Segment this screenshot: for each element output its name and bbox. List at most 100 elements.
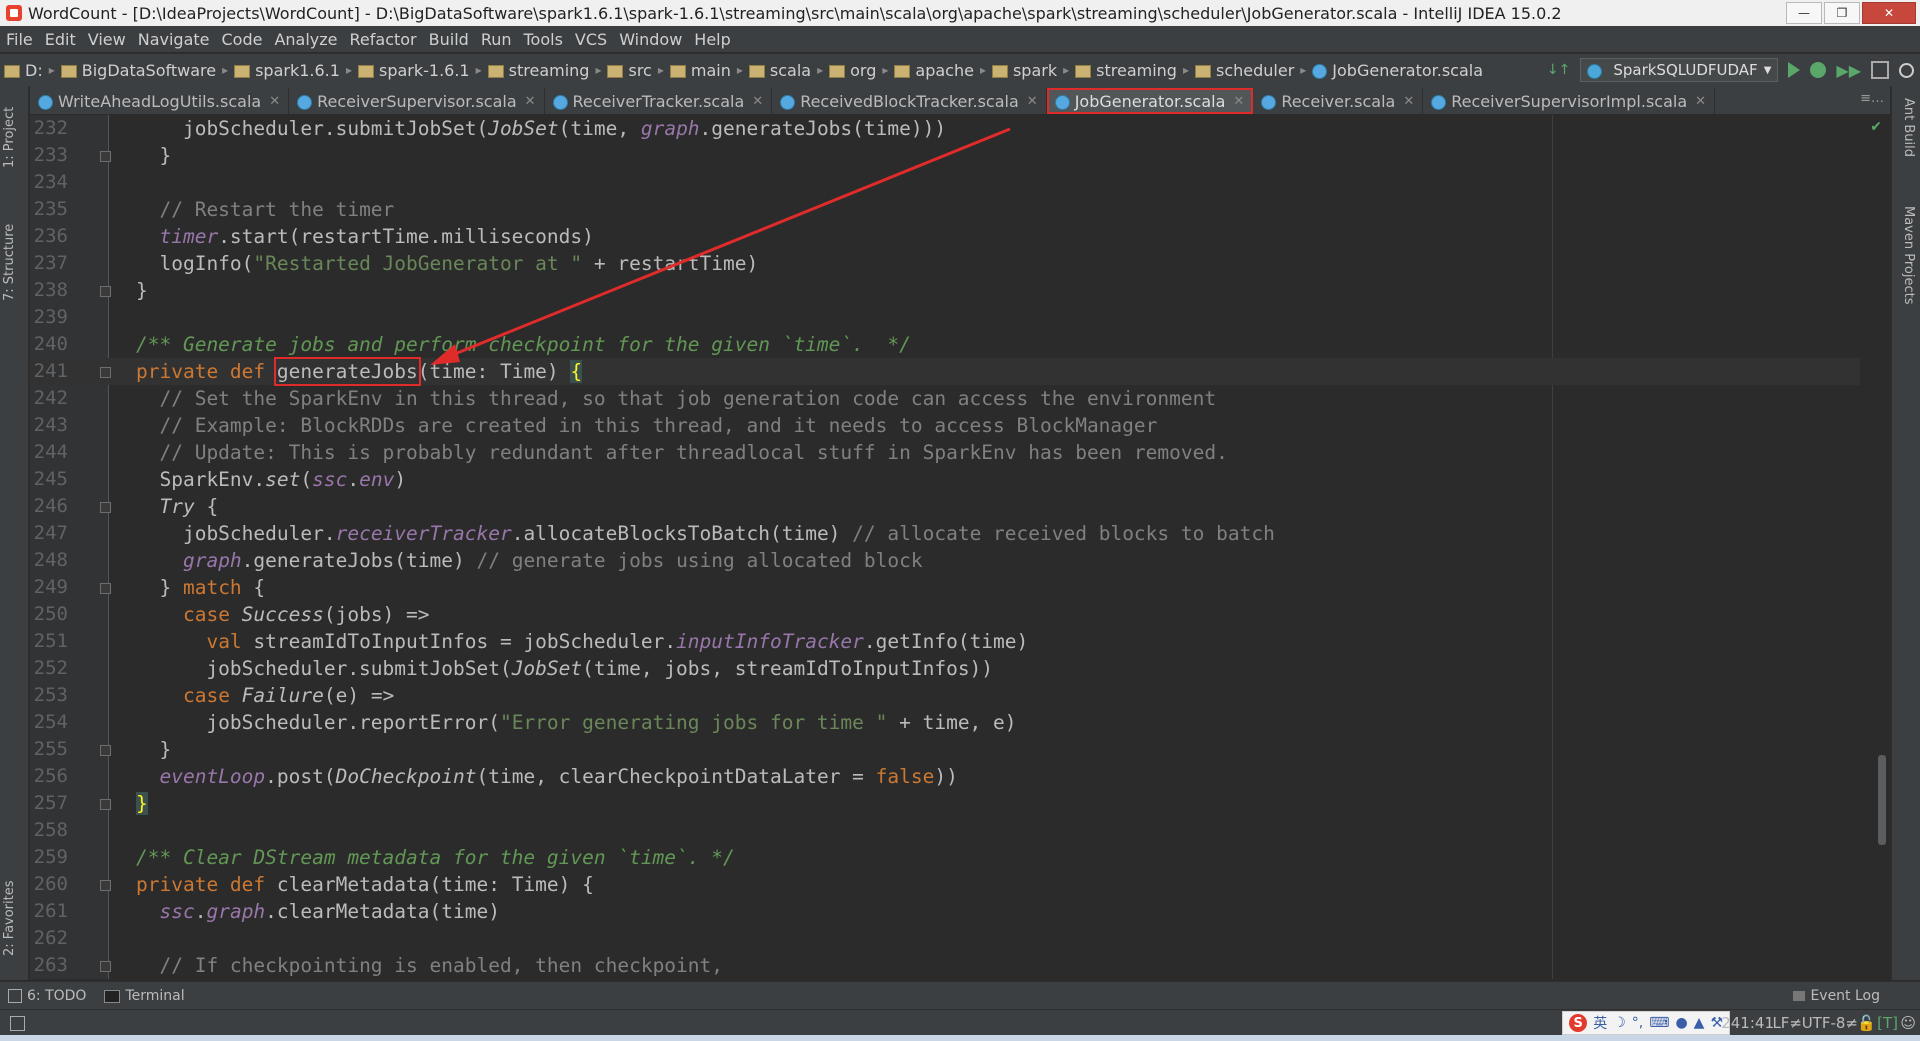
code-line[interactable]: 234 — [30, 169, 1860, 196]
tab-list-menu[interactable]: ≡… — [1860, 91, 1884, 106]
breadcrumb-item[interactable]: JobGenerator.scala — [1308, 61, 1487, 80]
search-icon[interactable] — [1899, 62, 1914, 78]
breadcrumb-item[interactable]: spark1.6.1 — [230, 61, 344, 80]
close-tab-icon[interactable]: ✕ — [525, 94, 536, 109]
debug-icon[interactable] — [1810, 62, 1827, 78]
code-line[interactable]: 239 — [30, 304, 1860, 331]
code-line[interactable]: 244 // Update: This is probably redundan… — [30, 439, 1860, 466]
breadcrumb-item[interactable]: org — [825, 61, 880, 80]
ime-toolbar[interactable]: S 英 ☽ °, ⌨ ● ▲ ⚒ — [1562, 1011, 1730, 1035]
fold-marker-icon[interactable] — [100, 799, 111, 810]
status-toggle-icon[interactable] — [10, 1015, 25, 1031]
code-line[interactable]: 248 graph.generateJobs(time) // generate… — [30, 547, 1860, 574]
close-tab-icon[interactable]: ✕ — [752, 94, 763, 109]
maven-projects-tool-button[interactable]: Maven Projects — [1901, 206, 1916, 305]
breadcrumb-item[interactable]: spark-1.6.1 — [354, 61, 474, 80]
code-line[interactable]: 237 logInfo("Restarted JobGenerator at "… — [30, 250, 1860, 277]
todo-tool-button[interactable]: 6: TODO — [8, 988, 86, 1004]
close-tab-icon[interactable]: ✕ — [1695, 94, 1706, 109]
editor-scrollbar[interactable] — [1878, 755, 1886, 845]
breadcrumb-item[interactable]: D: — [0, 61, 47, 80]
breadcrumb-item[interactable]: scala — [745, 61, 815, 80]
menu-navigate[interactable]: Navigate — [132, 30, 216, 49]
tab-receiversupervisorimpl[interactable]: ReceiverSupervisorImpl.scala ✕ — [1423, 88, 1716, 114]
code-line[interactable]: 232 jobScheduler.submitJobSet(JobSet(tim… — [30, 115, 1860, 142]
tab-jobgenerator[interactable]: JobGenerator.scala ✕ — [1046, 88, 1254, 114]
code-line[interactable]: 261 ssc.graph.clearMetadata(time) — [30, 898, 1860, 925]
fold-marker-icon[interactable] — [100, 583, 111, 594]
fold-marker-icon[interactable] — [100, 502, 111, 513]
code-line[interactable]: 238} — [30, 277, 1860, 304]
code-line[interactable]: 259 /** Clear DStream metadata for the gi… — [30, 844, 1860, 871]
line-separator[interactable]: LF≠ — [1772, 1014, 1802, 1032]
breadcrumb-item[interactable]: streaming — [1071, 61, 1181, 80]
close-tab-icon[interactable]: ✕ — [1233, 94, 1244, 109]
close-tab-icon[interactable]: ✕ — [1027, 94, 1038, 109]
menu-run[interactable]: Run — [475, 30, 518, 49]
project-structure-icon[interactable] — [1871, 61, 1889, 79]
menu-view[interactable]: View — [82, 30, 132, 49]
breadcrumb-item[interactable]: scheduler — [1191, 61, 1298, 80]
breadcrumb-item[interactable]: src — [603, 61, 655, 80]
inspection-icon[interactable]: [T] — [1877, 1014, 1898, 1032]
code-line[interactable]: 247 jobScheduler.receiverTracker.allocat… — [30, 520, 1860, 547]
menu-analyze[interactable]: Analyze — [268, 30, 343, 49]
code-line[interactable]: 240 /** Generate jobs and perform checkpo… — [30, 331, 1860, 358]
project-tool-button[interactable]: 1: Project — [2, 107, 17, 168]
menu-refactor[interactable]: Refactor — [344, 30, 423, 49]
ime-skin-icon[interactable]: ▲ — [1694, 1015, 1705, 1031]
file-encoding[interactable]: UTF-8≠ — [1802, 1014, 1858, 1032]
maximize-button[interactable]: ❐ — [1824, 2, 1860, 24]
fold-marker-icon[interactable] — [100, 880, 111, 891]
fold-marker-icon[interactable] — [100, 745, 111, 756]
ime-moon-icon[interactable]: ☽ — [1613, 1015, 1626, 1031]
ime-language[interactable]: 英 — [1593, 1013, 1607, 1033]
caret-position[interactable]: 241:41 — [1721, 1014, 1774, 1032]
ime-keyboard-icon[interactable]: ⌨ — [1649, 1015, 1669, 1031]
close-tab-icon[interactable]: ✕ — [269, 94, 280, 109]
menu-file[interactable]: File — [0, 30, 39, 49]
menu-window[interactable]: Window — [613, 30, 688, 49]
code-line[interactable]: 263 // If checkpointing is enabled, then… — [30, 952, 1860, 979]
menu-code[interactable]: Code — [216, 30, 269, 49]
code-line[interactable]: 233 } — [30, 142, 1860, 169]
event-log-button[interactable]: Event Log — [1793, 988, 1880, 1004]
code-line[interactable]: 243 // Example: BlockRDDs are created in… — [30, 412, 1860, 439]
tab-receiversupervisor[interactable]: ReceiverSupervisor.scala ✕ — [289, 88, 545, 114]
code-line[interactable]: 242 // Set the SparkEnv in this thread, … — [30, 385, 1860, 412]
code-line[interactable]: 250 case Success(jobs) => — [30, 601, 1860, 628]
code-line[interactable]: 258 — [30, 817, 1860, 844]
ime-punct-icon[interactable]: °, — [1632, 1015, 1643, 1031]
menu-edit[interactable]: Edit — [39, 30, 82, 49]
breadcrumb-item[interactable]: BigDataSoftware — [57, 61, 220, 80]
breadcrumb-item[interactable]: apache — [890, 61, 978, 80]
code-line[interactable]: 241 private def generateJobs(time: Time) … — [30, 357, 1860, 386]
code-line[interactable]: 246 Try { — [30, 493, 1860, 520]
menu-build[interactable]: Build — [423, 30, 475, 49]
menu-tools[interactable]: Tools — [518, 30, 569, 49]
code-line[interactable]: 260 private def clearMetadata(time: Time)… — [30, 871, 1860, 898]
code-line[interactable]: 254 jobScheduler.reportError("Error gene… — [30, 709, 1860, 736]
code-line[interactable]: 262 — [30, 925, 1860, 952]
fold-marker-icon[interactable] — [100, 367, 111, 378]
run-icon[interactable] — [1788, 62, 1801, 78]
run-config-select[interactable]: SparkSQLUDFUDAF ▼ — [1580, 58, 1779, 82]
code-line[interactable]: 256 eventLoop.post(DoCheckpoint(time, cl… — [30, 763, 1860, 790]
code-line[interactable]: 253 case Failure(e) => — [30, 682, 1860, 709]
coverage-icon[interactable]: ▶▶ — [1836, 61, 1861, 80]
tab-receivertracker[interactable]: ReceiverTracker.scala ✕ — [545, 88, 773, 114]
ime-user-icon[interactable]: ● — [1675, 1015, 1687, 1031]
terminal-tool-button[interactable]: Terminal — [104, 988, 185, 1004]
structure-tool-button[interactable]: 7: Structure — [2, 224, 17, 301]
close-button[interactable]: ✕ — [1862, 2, 1916, 24]
menu-vcs[interactable]: VCS — [569, 30, 613, 49]
code-line[interactable]: 252 jobScheduler.submitJobSet(JobSet(tim… — [30, 655, 1860, 682]
code-editor[interactable]: 232 jobScheduler.submitJobSet(JobSet(tim… — [30, 115, 1890, 979]
breadcrumb-item[interactable]: streaming — [484, 61, 594, 80]
code-line[interactable]: 236 timer.start(restartTime.milliseconds… — [30, 223, 1860, 250]
breadcrumb-item[interactable]: spark — [988, 61, 1061, 80]
fold-marker-icon[interactable] — [100, 151, 111, 162]
tab-receivedblocktracker[interactable]: ReceivedBlockTracker.scala ✕ — [772, 88, 1047, 114]
code-line[interactable]: 245 SparkEnv.set(ssc.env) — [30, 466, 1860, 493]
code-line[interactable]: 251 val streamIdToInputInfos = jobSchedu… — [30, 628, 1860, 655]
